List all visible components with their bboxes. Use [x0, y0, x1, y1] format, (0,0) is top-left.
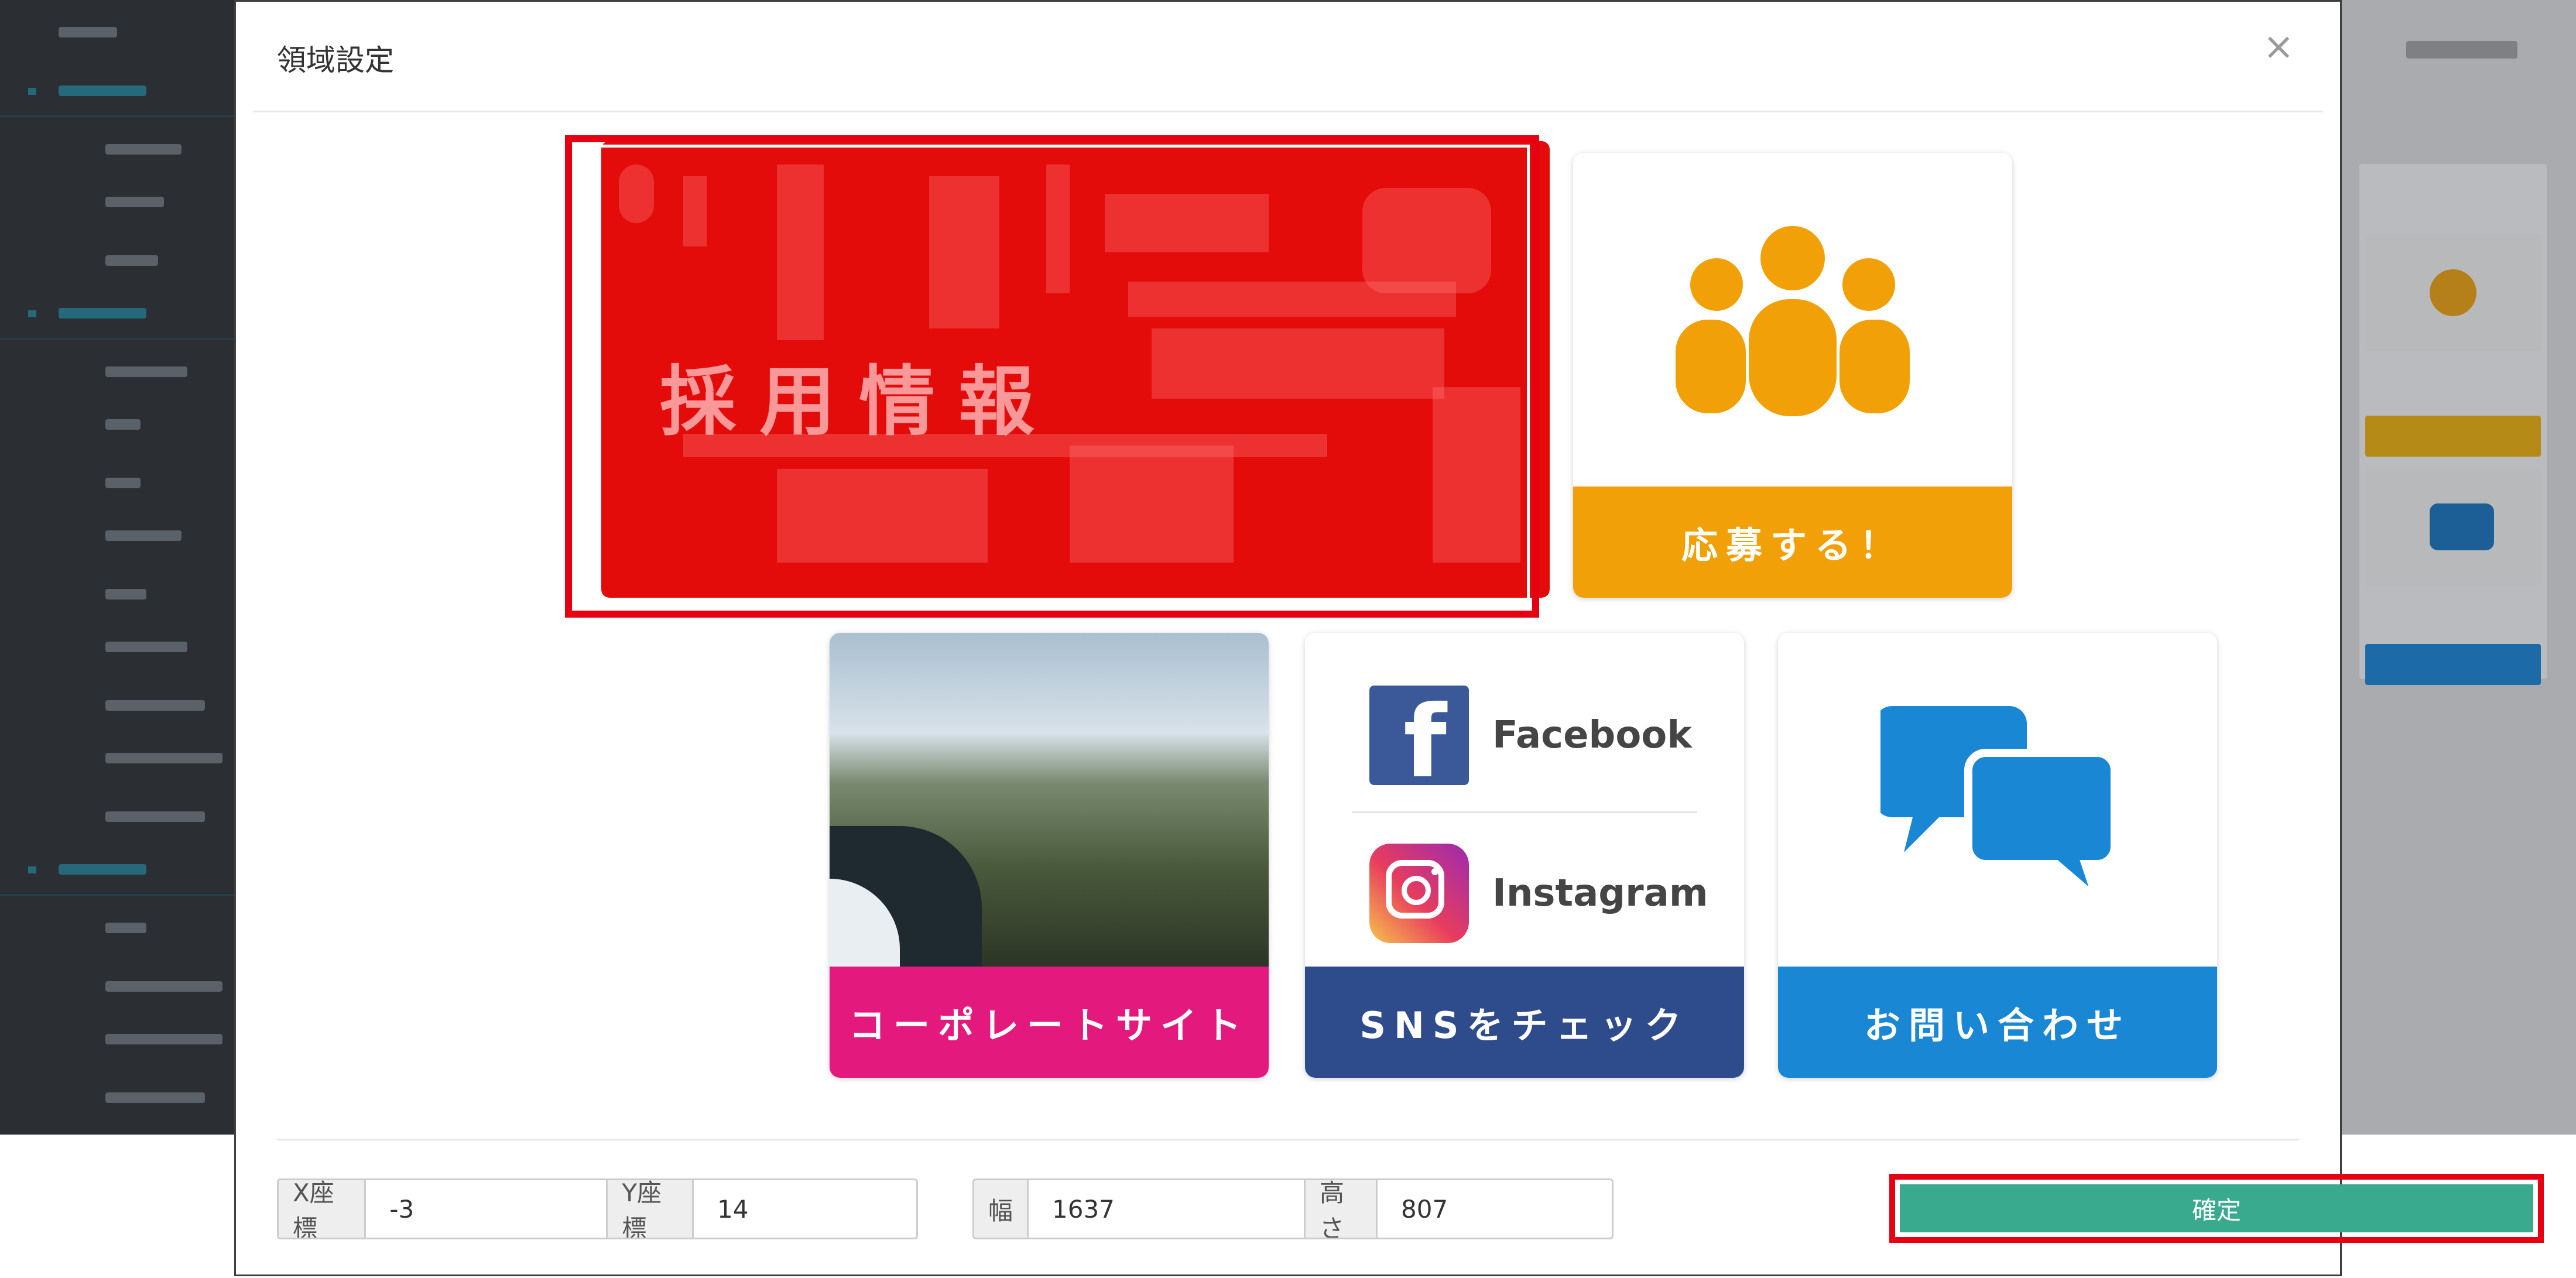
width-input[interactable] [1029, 1180, 1304, 1238]
area-settings-modal: 領域設定 × 採用情報 応募する！ コーポレートサイト f Facebook I… [234, 0, 2544, 1276]
facebook-icon: f [1369, 686, 1469, 792]
image-map-preview[interactable]: 採用情報 応募する！ コーポレートサイト f Facebook Instagra… [565, 135, 2217, 1084]
modal-title: 領域設定 [277, 43, 394, 77]
height-input[interactable] [1378, 1180, 1612, 1238]
apply-label: 応募する！ [1573, 486, 2012, 598]
corporate-photo [830, 633, 1269, 967]
bg-nav-item [0, 960, 234, 1013]
bg-nav-item [0, 398, 234, 451]
bg-nav-item [0, 509, 234, 562]
apply-tile[interactable]: 応募する！ [1573, 153, 2012, 598]
bg-apply-band [2365, 416, 2541, 457]
x-coordinate-label: X座標 [279, 1180, 366, 1238]
bg-header-text [2406, 41, 2517, 59]
bg-nav-item [0, 621, 234, 673]
bg-nav-item [0, 345, 234, 398]
corporate-site-tile[interactable]: コーポレートサイト [830, 633, 1269, 1078]
instagram-icon [1369, 844, 1469, 943]
sns-divider [1352, 811, 1697, 813]
background-sidebar [0, 0, 234, 1135]
bg-nav-item [0, 457, 234, 509]
corporate-site-label: コーポレートサイト [830, 967, 1269, 1078]
y-coordinate-input[interactable] [694, 1180, 916, 1238]
height-label: 高さ [1304, 1180, 1378, 1238]
x-coordinate-input[interactable] [366, 1180, 607, 1238]
background-preview-card [2359, 164, 2547, 685]
chat-bubbles-icon [1778, 633, 2217, 967]
selection-area-inner-border [576, 145, 1530, 608]
footer-divider [277, 1139, 2299, 1140]
header-divider [254, 111, 2322, 112]
confirm-highlight-outline: 確定 [1889, 1174, 2544, 1243]
bg-nav-section [0, 287, 234, 340]
bg-nav-item [0, 234, 234, 287]
instagram-row: Instagram [1305, 820, 1744, 967]
bg-nav-item [0, 679, 234, 732]
sns-label: SNSをチェック [1305, 967, 1744, 1078]
bg-nav-item [0, 732, 234, 784]
confirm-button[interactable]: 確定 [1900, 1184, 2533, 1232]
width-label: 幅 [974, 1180, 1029, 1238]
contact-tile[interactable]: お問い合わせ [1778, 633, 2217, 1078]
bg-nav-item [0, 176, 234, 228]
instagram-name: Instagram [1492, 872, 1708, 915]
bg-chat-tile [2365, 468, 2541, 585]
contact-label: お問い合わせ [1778, 967, 2217, 1078]
bg-contact-band [2365, 644, 2541, 685]
facebook-row: f Facebook [1305, 662, 1744, 808]
y-coordinate-label: Y座標 [606, 1180, 694, 1238]
facebook-name: Facebook [1492, 714, 1692, 757]
size-field-group: 幅 高さ [972, 1178, 1614, 1239]
bg-nav-section [0, 64, 234, 117]
bg-nav-item [0, 6, 234, 59]
bg-nav-item [0, 902, 234, 954]
close-button[interactable]: × [2258, 26, 2299, 67]
bg-nav-item [0, 1013, 234, 1065]
sns-tile[interactable]: f Facebook Instagram SNSをチェック [1305, 633, 1744, 1078]
bg-nav-item [0, 123, 234, 176]
bg-nav-item [0, 1071, 234, 1124]
bg-nav-item [0, 568, 234, 621]
people-icon [1573, 153, 2012, 486]
bg-people-tile [2365, 234, 2541, 351]
bg-nav-item [0, 790, 234, 843]
position-field-group: X座標 Y座標 [277, 1178, 918, 1239]
bg-nav-section [0, 843, 234, 896]
